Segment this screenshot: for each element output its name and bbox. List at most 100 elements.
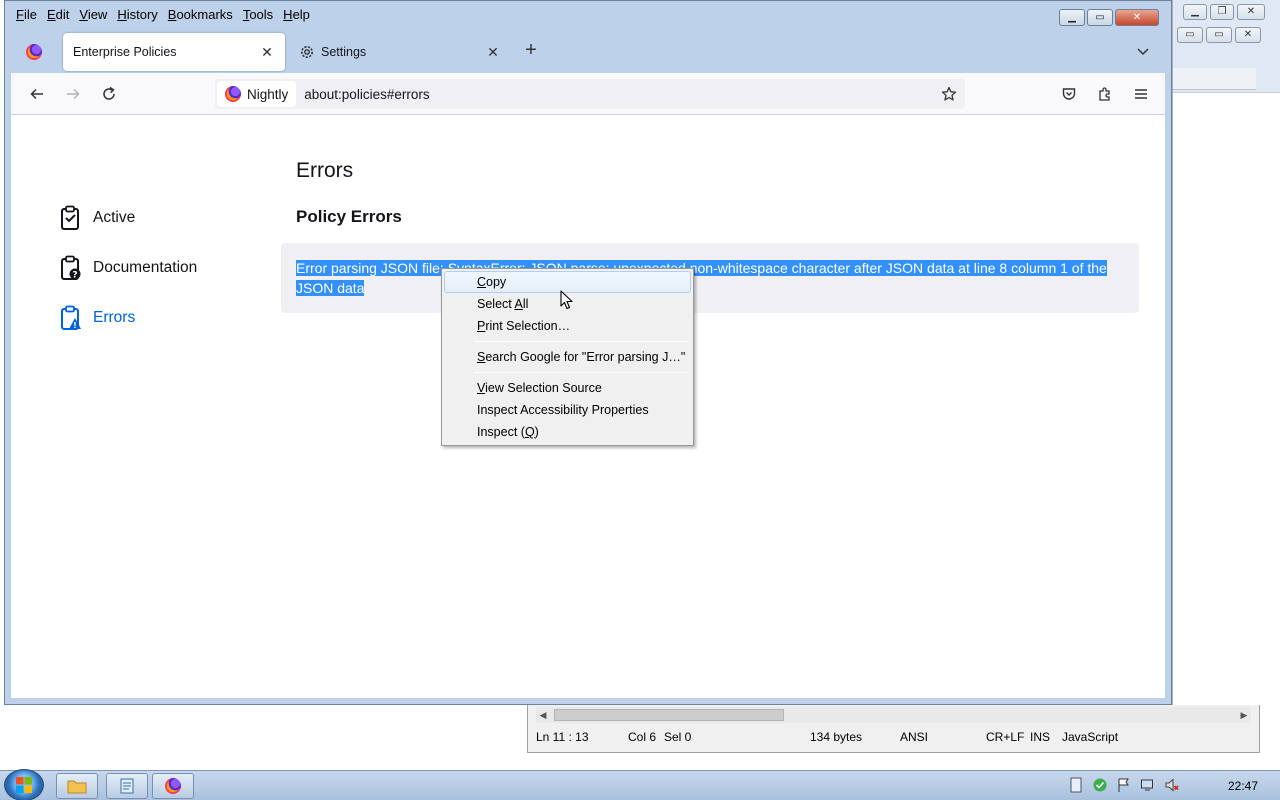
menu-label-rest: ile bbox=[23, 7, 37, 22]
menu-file[interactable]: File bbox=[11, 4, 42, 26]
start-button[interactable] bbox=[4, 769, 44, 800]
mouse-cursor-icon bbox=[560, 290, 573, 310]
new-tab-button[interactable]: + bbox=[521, 40, 541, 61]
minimize-button[interactable]: ▁ bbox=[1059, 9, 1085, 26]
firefox-logo-icon bbox=[165, 778, 181, 794]
list-all-tabs-button[interactable] bbox=[1135, 43, 1151, 59]
svg-text:?: ? bbox=[72, 271, 77, 281]
pocket-button[interactable] bbox=[1057, 82, 1081, 106]
bg-toolbar bbox=[1173, 68, 1256, 90]
menu-bar: File Edit View History Bookmarks Tools Help bbox=[11, 4, 315, 26]
taskbar-clock[interactable]: 22:47 bbox=[1228, 779, 1258, 793]
reload-button[interactable] bbox=[97, 82, 121, 106]
menu-access-key: V bbox=[79, 7, 88, 22]
tab-enterprise-policies[interactable]: Enterprise Policies ✕ bbox=[63, 33, 285, 71]
error-message-box: Error parsing JSON file: SyntaxError: JS… bbox=[281, 243, 1139, 313]
context-menu-item-pre: Inspect Accessibility Properties bbox=[477, 403, 649, 417]
page-title: Errors bbox=[296, 159, 354, 182]
bg-inner-close-button[interactable]: ✕ bbox=[1235, 27, 1261, 43]
context-menu-item[interactable]: Search Google for "Error parsing J…" bbox=[444, 346, 691, 368]
sidebar-item-active[interactable]: Active bbox=[59, 193, 259, 243]
menu-view[interactable]: View bbox=[74, 4, 112, 26]
menu-label-rest: elp bbox=[292, 7, 310, 22]
bookmark-star-icon[interactable] bbox=[939, 84, 959, 104]
url-bar[interactable]: Nightly about:policies#errors bbox=[215, 79, 965, 109]
sidebar-item-label: Documentation bbox=[93, 259, 198, 276]
document-tray-icon[interactable] bbox=[1068, 777, 1084, 793]
bg-editor-area bbox=[1173, 92, 1280, 705]
maximize-button[interactable]: ▭ bbox=[1087, 9, 1113, 26]
context-menu-separator bbox=[474, 341, 689, 342]
close-window-button[interactable]: ✕ bbox=[1115, 9, 1159, 26]
context-menu-item-key: C bbox=[477, 275, 487, 289]
bg-close-button[interactable]: ✕ bbox=[1237, 4, 1265, 20]
scroll-right-icon[interactable]: ▶ bbox=[1237, 707, 1251, 723]
editor-status-area: ◀ ▶ Ln 11 : 13 Col 6 Sel 0 134 bytes ANS… bbox=[527, 705, 1260, 753]
context-menu-item-post: earch Google for "Error parsing J…" bbox=[485, 350, 686, 364]
action-center-flag-icon[interactable] bbox=[1116, 777, 1132, 793]
menu-label-rest: ookmarks bbox=[176, 7, 233, 22]
status-language: JavaScript bbox=[1062, 730, 1119, 744]
context-menu-item-pre: Inspect ( bbox=[477, 425, 525, 439]
close-icon[interactable]: ✕ bbox=[485, 44, 501, 60]
identity-box[interactable]: Nightly bbox=[217, 81, 297, 107]
menu-access-key: F bbox=[16, 7, 24, 22]
extensions-button[interactable] bbox=[1093, 82, 1117, 106]
tab-label: Enterprise Policies bbox=[73, 45, 177, 59]
back-arrow-icon bbox=[30, 88, 43, 100]
nightly-logo-icon bbox=[225, 86, 241, 102]
notepad-icon bbox=[120, 778, 134, 794]
app-menu-button[interactable] bbox=[1129, 82, 1153, 106]
bg-restore-button[interactable]: ❐ bbox=[1210, 4, 1234, 20]
menu-bookmarks[interactable]: Bookmarks bbox=[163, 4, 238, 26]
status-eol: CR+LF bbox=[986, 730, 1025, 744]
context-menu-item[interactable]: Inspect Accessibility Properties bbox=[444, 399, 691, 421]
context-menu-item[interactable]: View Selection Source bbox=[444, 377, 691, 399]
sidebar-item-documentation[interactable]: ? Documentation bbox=[59, 243, 259, 293]
tab-strip: Enterprise Policies ✕ Settings ✕ + bbox=[11, 31, 1165, 73]
hamburger-menu-icon bbox=[1135, 89, 1147, 99]
puzzle-icon bbox=[1099, 87, 1110, 101]
back-button[interactable] bbox=[25, 82, 49, 106]
chevron-down-icon bbox=[1137, 48, 1149, 56]
window-controls: ▁ ▭ ✕ bbox=[1059, 9, 1159, 26]
menu-history[interactable]: History bbox=[112, 4, 162, 26]
system-tray bbox=[1068, 777, 1180, 793]
bg-inner-minimize-button[interactable]: ▭ bbox=[1177, 27, 1203, 43]
taskbar-editor-button[interactable] bbox=[106, 773, 148, 799]
error-message-text[interactable]: Error parsing JSON file: SyntaxError: JS… bbox=[296, 260, 1107, 296]
menu-tools[interactable]: Tools bbox=[238, 4, 278, 26]
url-input[interactable]: about:policies#errors bbox=[304, 87, 939, 102]
windows-logo-icon bbox=[16, 777, 32, 793]
firefox-view-button[interactable] bbox=[21, 39, 47, 65]
bg-minimize-button[interactable]: ▁ bbox=[1183, 4, 1207, 20]
scrollbar-thumb[interactable] bbox=[554, 709, 784, 721]
tab-label: Settings bbox=[321, 45, 367, 59]
context-menu-item[interactable]: Print Selection… bbox=[444, 315, 691, 337]
clipboard-check-icon bbox=[59, 205, 83, 231]
tab-settings[interactable]: Settings ✕ bbox=[289, 33, 511, 71]
menu-help[interactable]: Help bbox=[278, 4, 315, 26]
taskbar-firefox-button[interactable] bbox=[152, 773, 194, 799]
context-menu-item-post: opy bbox=[486, 275, 507, 289]
identity-label: Nightly bbox=[247, 86, 289, 102]
sidebar-item-errors[interactable]: ! Errors bbox=[59, 293, 259, 343]
network-tray-icon[interactable] bbox=[1140, 777, 1156, 793]
menu-access-key: E bbox=[46, 7, 56, 22]
scroll-left-icon[interactable]: ◀ bbox=[536, 707, 550, 723]
main-content: Errors Policy Errors Error parsing JSON … bbox=[281, 159, 1139, 313]
forward-button[interactable] bbox=[61, 82, 85, 106]
context-menu-item[interactable]: Inspect (Q) bbox=[444, 421, 691, 443]
sidebar-item-label: Active bbox=[93, 209, 136, 226]
context-menu-item-post: rint Selection… bbox=[485, 319, 571, 333]
taskbar-explorer-button[interactable] bbox=[56, 773, 98, 799]
context-menu-item-key: Q bbox=[524, 425, 535, 439]
security-tray-icon[interactable] bbox=[1092, 777, 1108, 793]
reload-icon bbox=[103, 86, 115, 100]
horizontal-scrollbar[interactable]: ◀ ▶ bbox=[536, 707, 1251, 723]
gear-icon bbox=[299, 44, 315, 60]
volume-muted-icon[interactable] bbox=[1164, 777, 1180, 793]
bg-inner-restore-button[interactable]: ▭ bbox=[1206, 27, 1232, 43]
close-icon[interactable]: ✕ bbox=[259, 44, 275, 60]
menu-edit[interactable]: Edit bbox=[42, 4, 74, 26]
